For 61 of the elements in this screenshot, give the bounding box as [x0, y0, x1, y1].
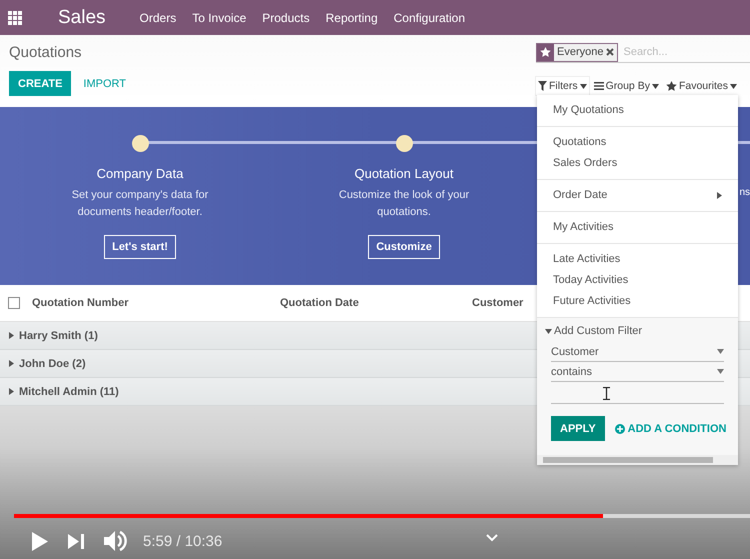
app-title: Sales: [58, 6, 106, 28]
step-dot: [132, 135, 148, 152]
menu-item[interactable]: Orders: [140, 10, 176, 24]
step-title: Company Data: [96, 166, 184, 181]
filter-menu-item[interactable]: Order Date: [537, 185, 738, 206]
caret-down-icon: [652, 84, 659, 88]
filter-menu-item[interactable]: Late Activities: [537, 249, 738, 270]
filter-menu-item[interactable]: Future Activities: [537, 291, 738, 312]
menu-item[interactable]: Configuration: [394, 10, 466, 24]
list-icon: [594, 82, 604, 90]
column-header[interactable]: Quotation Date: [280, 297, 472, 309]
step-title: Quotation Layout: [354, 166, 454, 181]
filter-option-button[interactable]: Group By: [592, 77, 661, 95]
filter-menu-item[interactable]: My Activities: [537, 217, 738, 238]
filter-option-button[interactable]: Favourites: [664, 77, 739, 95]
field-select[interactable]: Customer: [551, 342, 724, 362]
caret-right-icon: [717, 192, 722, 199]
step-button[interactable]: Let's start!: [104, 235, 176, 259]
step-description: Set your company's data for documents header/footer.: [70, 188, 210, 220]
menu-item[interactable]: Products: [262, 10, 310, 24]
step-description: ns: [738, 187, 750, 198]
menu-item[interactable]: To Invoice: [192, 10, 246, 24]
select-all-checkbox[interactable]: [8, 297, 20, 309]
progress-track[interactable]: [14, 514, 750, 518]
facet-label: Everyone: [556, 46, 604, 58]
volume-button[interactable]: [104, 530, 127, 552]
horizontal-scrollbar[interactable]: [537, 455, 738, 465]
caret-down-icon: [717, 369, 724, 374]
caret-down-icon: [580, 84, 587, 88]
filter-menu-item[interactable]: Sales Orders: [537, 153, 738, 174]
chevron-down-icon[interactable]: [486, 534, 498, 542]
operator-select[interactable]: contains: [551, 362, 724, 382]
star-icon: [540, 47, 551, 57]
time-display: 5:59 / 10:36: [143, 532, 222, 550]
page-title: Quotations: [9, 44, 82, 61]
search-facet[interactable]: Everyone: [536, 42, 618, 62]
step-dot: [396, 135, 412, 152]
text-cursor-icon: [603, 387, 610, 400]
menu-item[interactable]: Reporting: [326, 10, 378, 24]
step-description: Customize the look of your quotations.: [338, 188, 470, 220]
play-button[interactable]: [32, 532, 48, 550]
close-icon[interactable]: [606, 48, 614, 56]
column-header[interactable]: Quotation Number: [32, 297, 280, 309]
filter-menu-item[interactable]: My Quotations: [537, 100, 738, 121]
filter-icon: [538, 81, 547, 91]
plus-circle-icon: [614, 424, 625, 434]
star-icon: [666, 81, 677, 91]
next-button[interactable]: [68, 534, 84, 548]
caret-right-icon: [9, 332, 14, 339]
filter-option-button[interactable]: Filters: [536, 77, 589, 95]
custom-filter-toggle[interactable]: Add Custom Filter: [545, 325, 724, 337]
filter-menu-item[interactable]: Quotations: [537, 132, 738, 153]
caret-down-icon: [545, 328, 552, 334]
apps-grid-icon[interactable]: [8, 10, 22, 24]
step-button[interactable]: Customize: [368, 235, 440, 259]
search-field[interactable]: Everyone Search...: [536, 42, 750, 63]
caret-right-icon: [9, 360, 14, 367]
apply-button[interactable]: APPLY: [551, 416, 605, 441]
caret-right-icon: [9, 388, 14, 395]
filter-menu-item[interactable]: Today Activities: [537, 270, 738, 291]
caret-down-icon: [730, 84, 737, 88]
